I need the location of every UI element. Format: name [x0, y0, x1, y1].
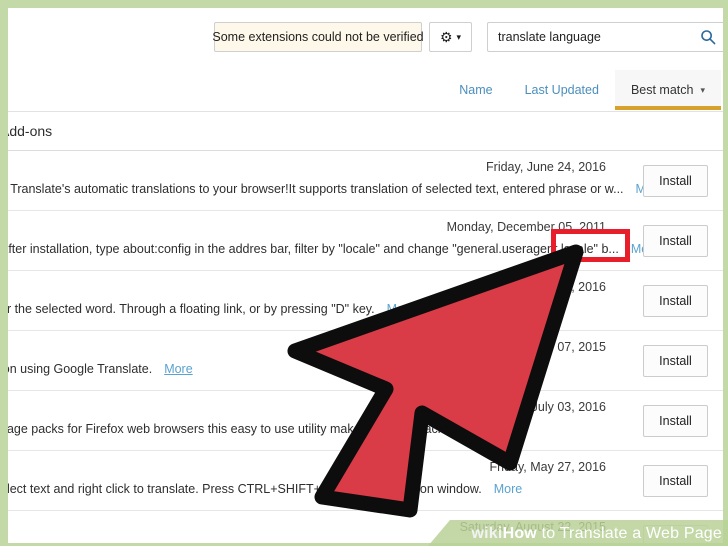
section-header: Add-ons: [8, 111, 723, 151]
tab-last-updated-label: Last Updated: [524, 83, 599, 97]
tab-last-updated[interactable]: Last Updated: [509, 70, 615, 110]
table-row[interactable]: unday, July 03, 2016 uage packs for Fire…: [8, 391, 723, 451]
results-list: Friday, June 24, 2016 e Translate's auto…: [8, 151, 723, 543]
row-description-text: ion using Google Translate.: [8, 362, 153, 376]
tab-name-label: Name: [459, 83, 493, 97]
more-link[interactable]: More: [490, 422, 518, 436]
notice-label: Some extensions could not be verified: [212, 30, 424, 44]
toolbar: Some extensions could not be verified ⚙ …: [8, 8, 723, 70]
extensions-verification-notice[interactable]: Some extensions could not be verified: [212, 22, 424, 52]
settings-gear-button[interactable]: ⚙ ▾: [429, 22, 472, 52]
row-description: ion using Google Translate. More: [8, 362, 193, 376]
row-description-text: e Translate's automatic translations to …: [8, 182, 624, 196]
install-button-label: Install: [659, 234, 692, 248]
row-description-text: uage packs for Firefox web browsers this…: [8, 422, 478, 436]
table-row[interactable]: Friday, June 24, 2016 e Translate's auto…: [8, 151, 723, 211]
install-button[interactable]: Install: [643, 405, 708, 437]
row-description-text: elect text and right click to translate.…: [8, 482, 482, 496]
row-date: Saturday, August 22, 2015: [459, 520, 606, 534]
table-row[interactable]: Saturday, August 22, 2015: [8, 511, 723, 543]
install-button[interactable]: Install: [643, 165, 708, 197]
tab-best-match-label: Best match: [630, 83, 694, 97]
row-date: Friday, June 24, 2016: [486, 160, 606, 174]
install-button-label: Install: [659, 474, 692, 488]
row-description: uage packs for Firefox web browsers this…: [8, 422, 518, 436]
sort-tabs: Name Last Updated Best match ▾: [8, 70, 723, 110]
table-row[interactable]: Friday, May 27, 2016 elect text and righ…: [8, 451, 723, 511]
row-description-text: After installation, type about:config in…: [8, 242, 619, 256]
table-row[interactable]: Monday, December 05, 2011 After installa…: [8, 211, 723, 271]
install-button-label: Install: [659, 174, 692, 188]
row-description: elect text and right click to translate.…: [8, 482, 522, 496]
install-button[interactable]: Install: [643, 465, 708, 497]
more-link[interactable]: More: [387, 302, 415, 316]
install-button-label: Install: [659, 354, 692, 368]
row-description: e Translate's automatic translations to …: [8, 182, 664, 196]
install-button[interactable]: [643, 525, 708, 543]
more-link[interactable]: More: [494, 482, 522, 496]
install-button-label: Install: [659, 414, 692, 428]
row-description: or the selected word. Through a floating…: [8, 302, 415, 316]
search-icon[interactable]: [700, 29, 716, 45]
install-button[interactable]: Install: [643, 225, 708, 257]
row-date: Monday, December 05, 2011: [446, 220, 606, 234]
table-row[interactable]: e 28, 2016 or the selected word. Through…: [8, 271, 723, 331]
row-date: e 28, 2016: [546, 280, 606, 294]
tab-name[interactable]: Name: [443, 70, 508, 110]
more-link[interactable]: More: [164, 362, 192, 376]
search-input[interactable]: [498, 30, 700, 44]
tab-best-match[interactable]: Best match ▾: [614, 70, 722, 110]
chevron-down-icon: ▾: [700, 84, 705, 95]
install-button[interactable]: Install: [643, 285, 708, 317]
search-box[interactable]: [487, 22, 723, 52]
row-date: unday, July 03, 2016: [491, 400, 606, 414]
row-date: ember 07, 2015: [518, 340, 606, 354]
install-button[interactable]: Install: [643, 345, 708, 377]
page-title: Add-ons: [8, 123, 53, 139]
install-button-label: Install: [659, 294, 692, 308]
chevron-down-icon: ▾: [456, 31, 462, 42]
gear-icon: ⚙: [439, 29, 453, 45]
addons-manager-page: Some extensions could not be verified ⚙ …: [8, 8, 723, 543]
row-description: After installation, type about:config in…: [8, 242, 659, 256]
row-description-text: or the selected word. Through a floating…: [8, 302, 375, 316]
row-date: Friday, May 27, 2016: [489, 460, 607, 474]
table-row[interactable]: ember 07, 2015 ion using Google Translat…: [8, 331, 723, 391]
